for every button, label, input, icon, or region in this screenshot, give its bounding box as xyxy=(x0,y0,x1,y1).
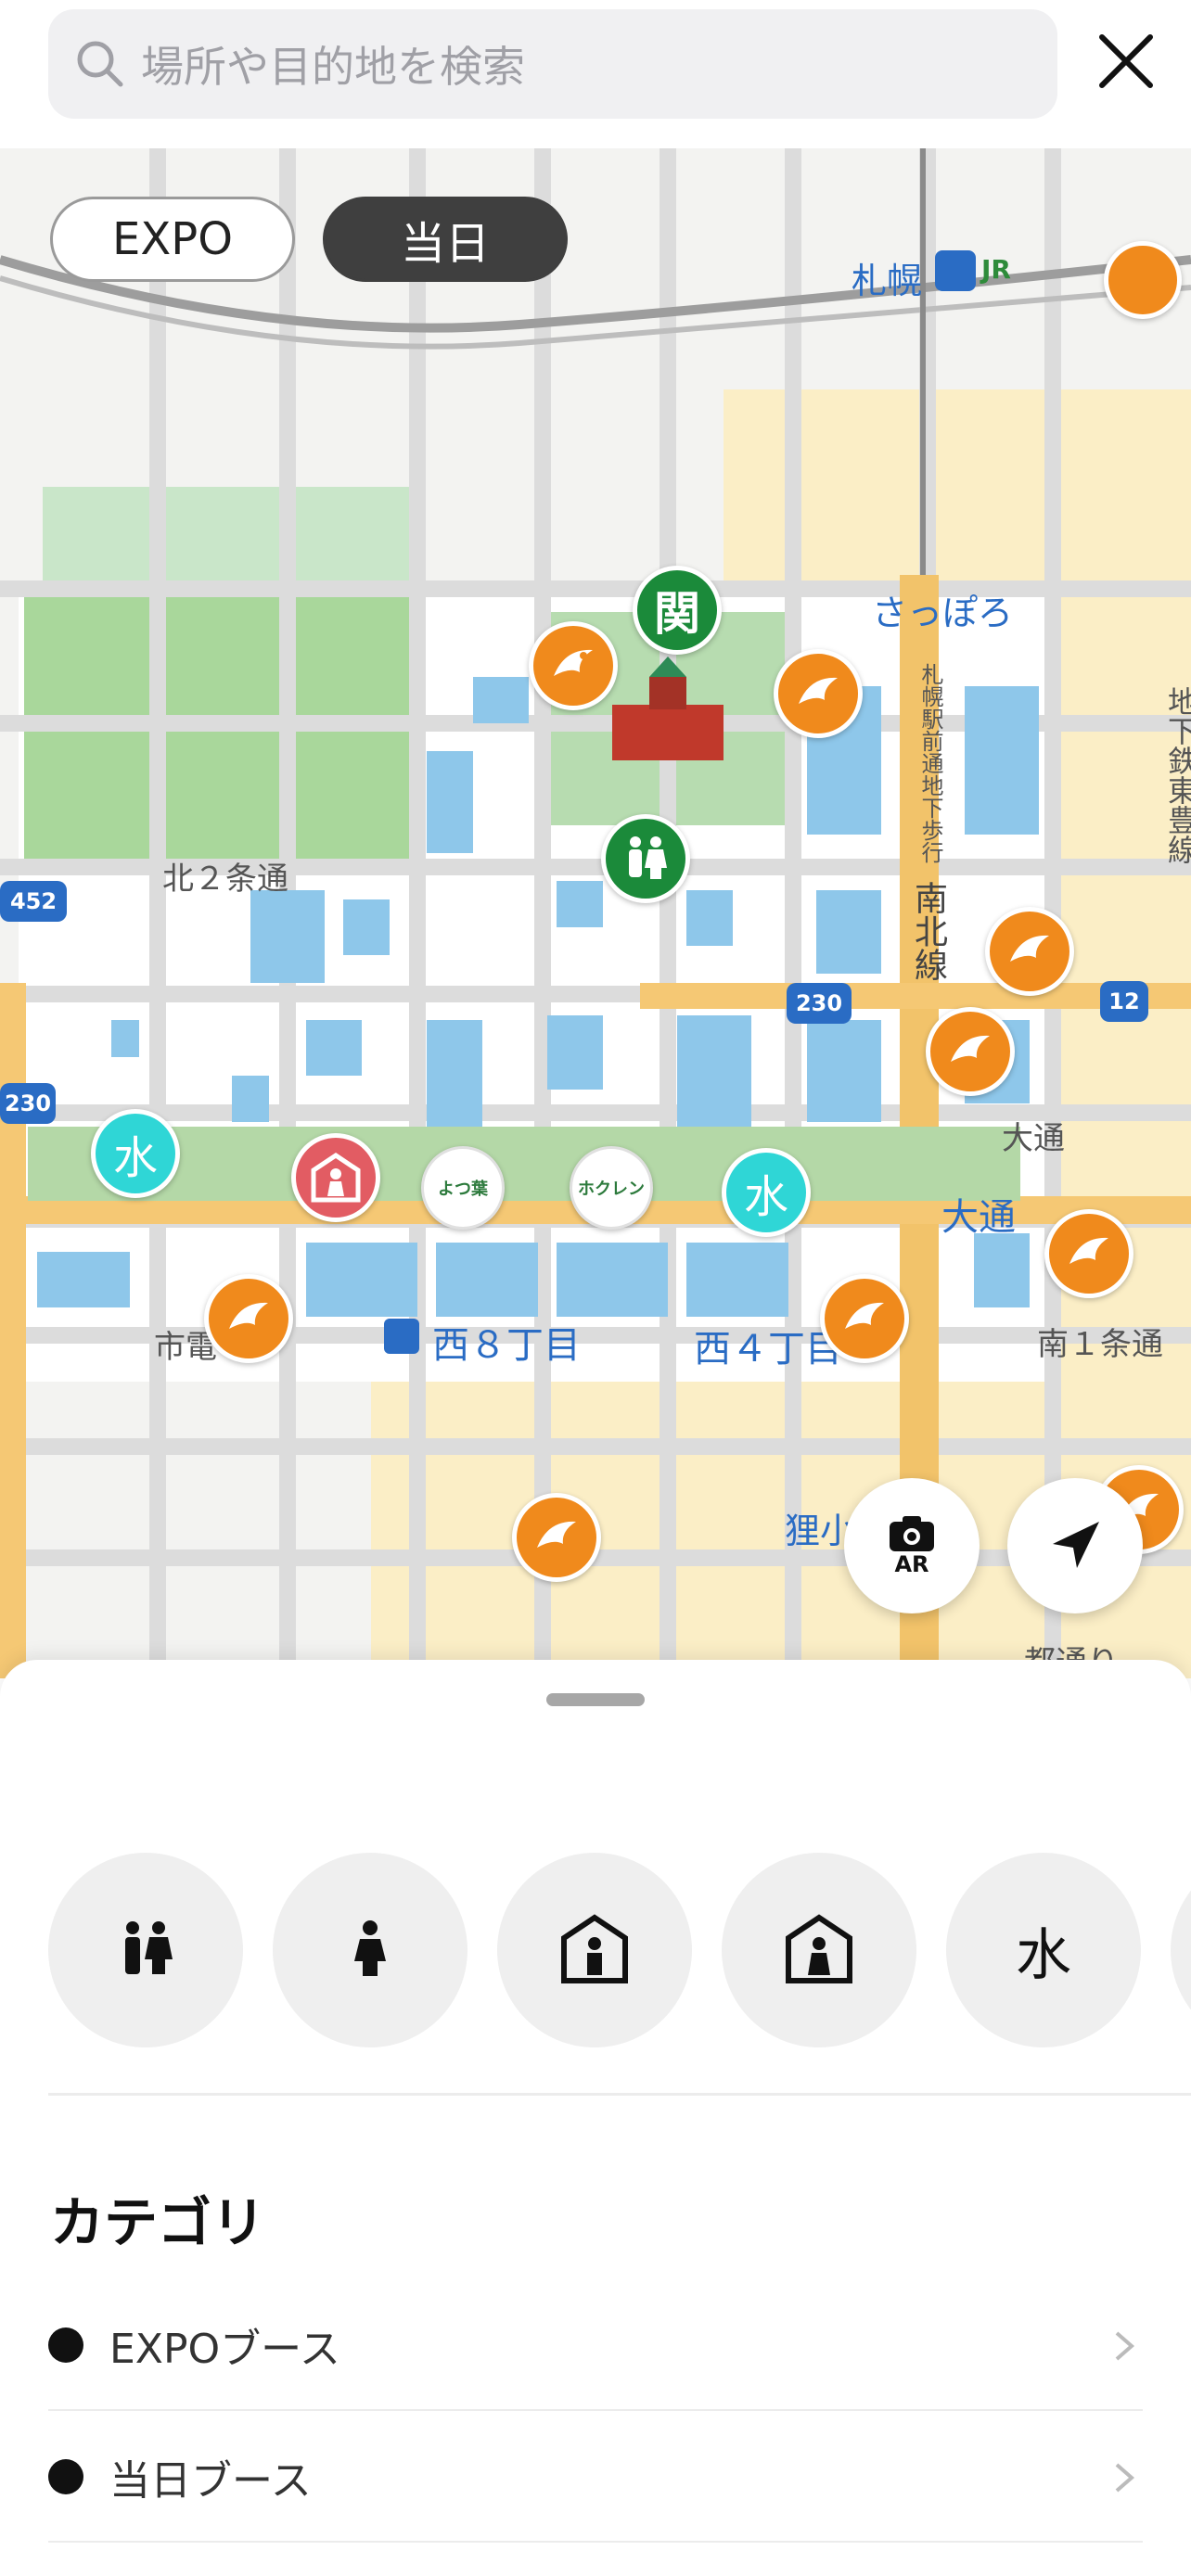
bottom-sheet[interactable]: 水 カテゴリ EXPOブース 当日ブース xyxy=(0,1660,1191,2576)
bird-icon xyxy=(951,1035,990,1062)
booth-pin[interactable] xyxy=(512,1493,601,1582)
bullet-icon xyxy=(48,2459,83,2494)
nursing-room-pin[interactable] xyxy=(291,1133,380,1222)
search-icon xyxy=(77,41,123,87)
current-location-button[interactable] xyxy=(1007,1478,1143,1613)
ar-label: AR xyxy=(894,1551,929,1577)
label-kita2: 北２条通 xyxy=(162,861,288,898)
filter-nursing-room[interactable] xyxy=(722,1853,916,2047)
top-bar: 場所や目的地を検索 xyxy=(0,0,1191,148)
label-nanboku: 南北線 xyxy=(909,881,947,981)
search-input[interactable]: 場所や目的地を検索 xyxy=(48,9,1057,119)
location-arrow-icon xyxy=(1053,1522,1099,1568)
booth-pin[interactable] xyxy=(204,1274,293,1363)
search-placeholder: 場所や目的地を検索 xyxy=(141,42,525,92)
filter-restroom[interactable] xyxy=(48,1853,243,2047)
womens-restroom-icon xyxy=(354,1920,386,1976)
booth-pin[interactable] xyxy=(1104,241,1182,319)
booth-pin[interactable] xyxy=(1044,1209,1133,1298)
booth-pin[interactable] xyxy=(926,1007,1015,1096)
camera-icon xyxy=(890,1516,934,1551)
water-pin-b[interactable]: 水 xyxy=(722,1148,811,1237)
label-underground-walkway: 札幌駅前通地下歩行 xyxy=(917,663,943,863)
bird-icon xyxy=(1069,1237,1108,1264)
route-12: 12 xyxy=(1100,981,1148,1022)
train-icon xyxy=(935,250,976,291)
map-view[interactable]: EXPO 当日 札幌 JR さっぽろ 北２条通 西８丁目 西４丁目 大通 大通 … xyxy=(0,148,1191,1678)
multipurpose-restroom-icon xyxy=(561,1914,628,1983)
label-minami1: 南１条通 xyxy=(1037,1326,1163,1363)
restroom-icon xyxy=(629,836,667,879)
route-230-a: 230 xyxy=(787,983,852,1024)
booth-pin[interactable] xyxy=(529,621,618,710)
category-row-expo[interactable]: EXPOブース xyxy=(48,2281,1143,2411)
subway-icon xyxy=(384,1319,419,1354)
label-chikatetsu-toho: 地下鉄東豊線 xyxy=(1163,686,1191,864)
bird-icon xyxy=(554,649,593,676)
category-label: EXPOブース xyxy=(109,2326,340,2373)
ar-camera-button[interactable]: AR xyxy=(844,1478,980,1613)
filter-water[interactable]: 水 xyxy=(946,1853,1141,2047)
filter-multipurpose-restroom[interactable] xyxy=(497,1853,692,2047)
booth-pin[interactable] xyxy=(774,649,863,738)
label-odori: 大通 xyxy=(941,1196,1016,1239)
booth-pin[interactable] xyxy=(820,1274,909,1363)
water-icon: 水 xyxy=(1016,1922,1071,1988)
hokuren-logo-pin[interactable]: ホクレン xyxy=(570,1146,653,1230)
label-sapporo-subway: さっぽろ xyxy=(872,593,1014,633)
category-row-today[interactable]: 当日ブース xyxy=(48,2413,1143,2543)
filter-womens-restroom[interactable] xyxy=(273,1853,467,2047)
toggle-today[interactable]: 当日 xyxy=(323,197,568,282)
bird-icon xyxy=(799,677,838,704)
route-230-b: 230 xyxy=(0,1083,56,1124)
restroom-pin[interactable] xyxy=(601,814,690,903)
bird-icon xyxy=(537,1521,576,1548)
kan-pin[interactable]: 関 xyxy=(633,566,722,655)
booth-pin[interactable] xyxy=(985,907,1074,996)
category-label: 当日ブース xyxy=(109,2457,312,2505)
close-icon[interactable] xyxy=(1093,28,1159,95)
toggle-expo[interactable]: EXPO xyxy=(50,197,295,282)
bird-icon xyxy=(1010,935,1049,962)
filter-chips: 水 xyxy=(48,1853,1191,2049)
bullet-icon xyxy=(48,2327,83,2363)
label-odori-small: 大通 xyxy=(1002,1120,1065,1157)
yotsuba-logo-pin[interactable]: よつ葉 xyxy=(421,1146,505,1230)
sheet-handle[interactable] xyxy=(546,1693,645,1706)
route-452: 452 xyxy=(0,881,67,922)
category-title: カテゴリ xyxy=(50,2191,266,2254)
bird-icon xyxy=(229,1302,268,1329)
chevron-right-icon xyxy=(1115,2331,1135,2361)
nursing-room-icon xyxy=(786,1914,852,1983)
label-sapporo-station: 札幌 xyxy=(852,261,923,301)
bird-icon xyxy=(845,1302,884,1329)
divider xyxy=(48,2093,1191,2096)
chevron-right-icon xyxy=(1115,2463,1135,2493)
nursing-room-icon xyxy=(311,1152,361,1203)
jr-logo: JR xyxy=(981,254,1011,285)
water-pin-a[interactable]: 水 xyxy=(91,1109,180,1198)
restroom-icon xyxy=(125,1921,173,1974)
filter-more[interactable] xyxy=(1171,1853,1191,2047)
label-nishi8: 西８丁目 xyxy=(432,1324,581,1367)
